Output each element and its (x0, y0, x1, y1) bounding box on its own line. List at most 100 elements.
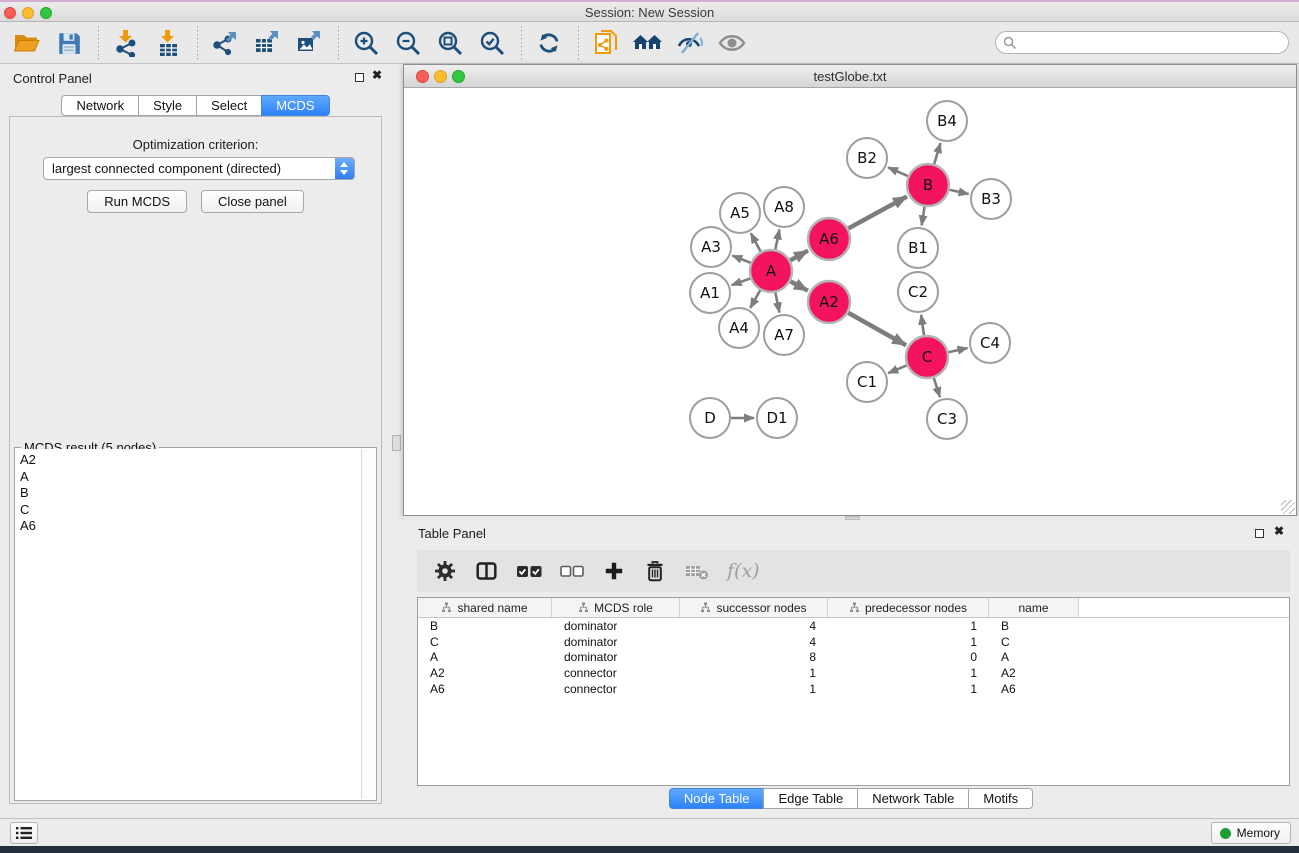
table-cell[interactable]: 4 (680, 635, 828, 649)
delete-table-button[interactable] (684, 559, 710, 583)
mcds-result-item[interactable]: A2 (20, 452, 361, 469)
graph-node-B2[interactable]: B2 (847, 138, 887, 178)
function-builder-button[interactable]: f(x) (727, 560, 760, 582)
graph-edge-A-A8[interactable] (775, 230, 779, 250)
graph-edge-C-C4[interactable] (948, 348, 967, 352)
table-cell[interactable]: 1 (828, 619, 989, 633)
graph-edge-B-B4[interactable] (934, 143, 940, 164)
close-panel-icon[interactable]: ✖ (1274, 524, 1284, 538)
show-column-button[interactable] (474, 559, 499, 583)
graph-edge-A-A2[interactable] (790, 281, 807, 290)
graph-edge-A-A6[interactable] (790, 251, 808, 261)
table-cell[interactable]: A6 (989, 682, 1079, 696)
hide-graphics-details-button[interactable] (673, 26, 707, 60)
graph-edge-A-A5[interactable] (751, 233, 761, 251)
mcds-result-item[interactable]: B (20, 485, 361, 502)
tab-network[interactable]: Network (61, 95, 139, 116)
zoom-out-button[interactable] (391, 26, 425, 60)
delete-column-button[interactable] (643, 559, 667, 583)
table-cell[interactable]: B (418, 619, 552, 633)
table-cell[interactable]: A2 (989, 666, 1079, 680)
graph-node-A6[interactable]: A6 (808, 218, 850, 260)
open-session-button[interactable] (10, 26, 44, 60)
table-cell[interactable]: dominator (552, 619, 680, 633)
graph-node-A3[interactable]: A3 (691, 227, 731, 267)
table-cell[interactable]: 8 (680, 650, 828, 664)
splitter-handle[interactable] (392, 435, 401, 451)
table-cell[interactable]: A (989, 650, 1079, 664)
column-header-successor-nodes[interactable]: successor nodes (680, 598, 828, 617)
graph-edge-C-C2[interactable] (921, 315, 924, 335)
table-row[interactable]: A6connector11A6 (418, 681, 1289, 697)
graph-node-A7[interactable]: A7 (764, 315, 804, 355)
import-table-button[interactable] (151, 26, 185, 60)
table-cell[interactable]: A (418, 650, 552, 664)
tab-style[interactable]: Style (138, 95, 197, 116)
column-header-mcds-role[interactable]: MCDS role (552, 598, 680, 617)
graph-edge-A-A4[interactable] (750, 290, 760, 308)
table-cell[interactable]: 1 (828, 666, 989, 680)
graph-node-C1[interactable]: C1 (847, 362, 887, 402)
import-network-button[interactable] (109, 26, 143, 60)
network-snapshot-button[interactable] (589, 26, 623, 60)
graph-node-B4[interactable]: B4 (927, 101, 967, 141)
graph-edge-A-A1[interactable] (732, 278, 751, 285)
close-panel-icon[interactable]: ✖ (372, 68, 382, 82)
column-header-shared-name[interactable]: shared name (418, 598, 552, 617)
table-cell[interactable]: dominator (552, 635, 680, 649)
refresh-layout-button[interactable] (532, 26, 566, 60)
select-all-button[interactable] (516, 560, 543, 582)
graph-edge-B-B1[interactable] (922, 207, 925, 226)
graph-node-B1[interactable]: B1 (898, 228, 938, 268)
criterion-select[interactable]: largest connected component (directed) (43, 157, 355, 180)
tab-node-table[interactable]: Node Table (669, 788, 765, 809)
graph-node-C3[interactable]: C3 (927, 399, 967, 439)
graph-node-A4[interactable]: A4 (719, 308, 759, 348)
close-panel-button[interactable]: Close panel (201, 190, 304, 213)
graph-node-C4[interactable]: C4 (970, 323, 1010, 363)
graph-edge-B-B2[interactable] (888, 167, 908, 176)
graph-node-B[interactable]: B (907, 164, 949, 206)
deselect-all-button[interactable] (560, 561, 585, 581)
vertical-splitter[interactable] (391, 64, 403, 818)
table-cell[interactable]: C (989, 635, 1079, 649)
graph-node-A2[interactable]: A2 (808, 281, 850, 323)
show-graphics-details-button[interactable] (715, 26, 749, 60)
graph-edge-A-A7[interactable] (775, 293, 779, 313)
column-header-predecessor-nodes[interactable]: predecessor nodes (828, 598, 989, 617)
table-cell[interactable]: A2 (418, 666, 552, 680)
graph-node-C[interactable]: C (906, 336, 948, 378)
tab-motifs[interactable]: Motifs (968, 788, 1033, 809)
table-cell[interactable]: 4 (680, 619, 828, 633)
mcds-result-item[interactable]: A (20, 469, 361, 486)
table-row[interactable]: A2connector11A2 (418, 665, 1289, 681)
tab-select[interactable]: Select (196, 95, 262, 116)
table-cell[interactable]: 1 (680, 666, 828, 680)
graph-node-A8[interactable]: A8 (764, 187, 804, 227)
graph-node-D1[interactable]: D1 (757, 398, 797, 438)
resize-grip-icon[interactable] (1281, 500, 1295, 514)
table-cell[interactable]: connector (552, 682, 680, 696)
mcds-result-list[interactable]: A2ABCA6 (16, 449, 361, 799)
graph-edge-A6-B[interactable] (848, 196, 907, 228)
table-settings-button[interactable] (433, 559, 457, 583)
task-history-button[interactable] (10, 822, 38, 844)
node-table[interactable]: shared nameMCDS rolesuccessor nodesprede… (417, 597, 1290, 786)
mcds-result-scrollbar[interactable] (361, 449, 375, 799)
float-panel-icon[interactable] (1255, 529, 1264, 538)
run-mcds-button[interactable]: Run MCDS (87, 190, 187, 213)
table-row[interactable]: Adominator80A (418, 650, 1289, 666)
graph-node-D[interactable]: D (690, 398, 730, 438)
network-canvas[interactable]: B4B2BB3A5A8A6A3B1AA1C2A2A4A7C4CC1C3DD1 (404, 88, 1296, 515)
table-cell[interactable]: 1 (828, 635, 989, 649)
go-home-button[interactable] (631, 26, 665, 60)
table-cell[interactable]: connector (552, 666, 680, 680)
memory-button[interactable]: Memory (1211, 822, 1291, 844)
graph-node-B3[interactable]: B3 (971, 179, 1011, 219)
network-window-titlebar[interactable]: testGlobe.txt (404, 65, 1296, 88)
table-cell[interactable]: 1 (680, 682, 828, 696)
zoom-in-button[interactable] (349, 26, 383, 60)
tab-mcds[interactable]: MCDS (261, 95, 329, 116)
table-cell[interactable]: 1 (828, 682, 989, 696)
graph-node-A5[interactable]: A5 (720, 193, 760, 233)
